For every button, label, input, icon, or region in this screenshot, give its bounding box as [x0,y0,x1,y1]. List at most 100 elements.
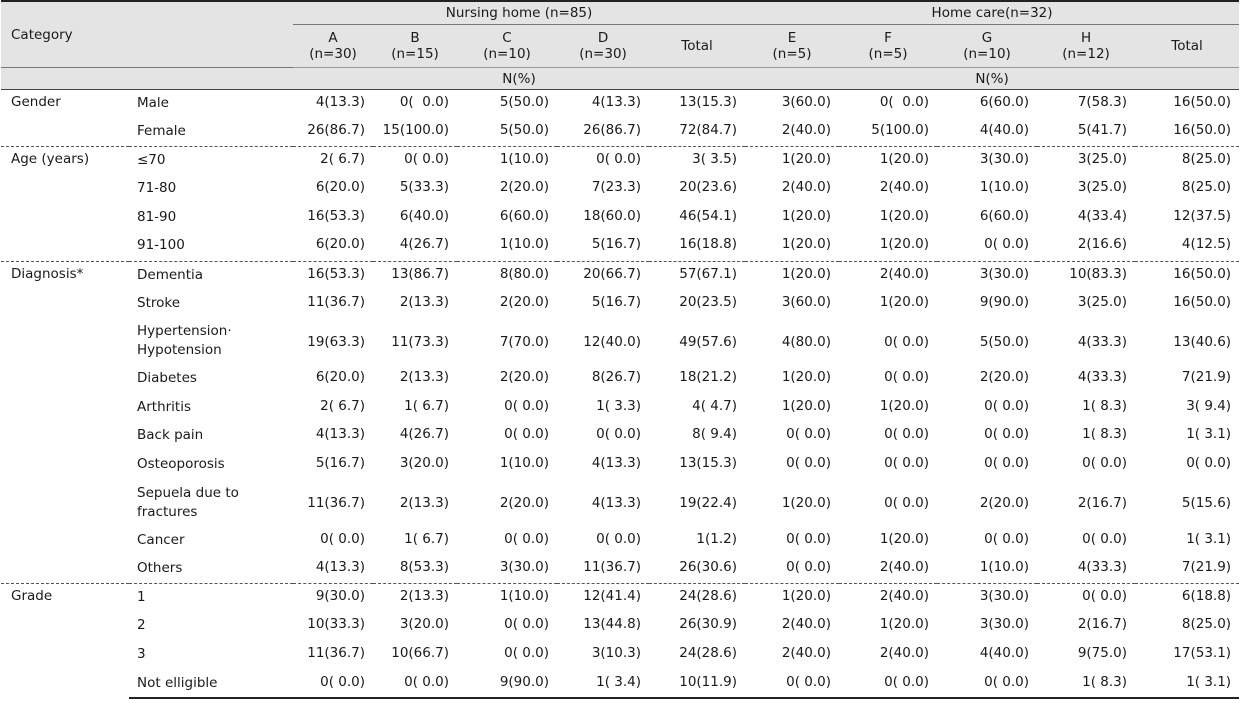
row-label-line: Others [137,560,183,577]
table-cell: 0( 0.0) [884,426,930,443]
table-cell: 2( 6.7) [293,146,374,176]
table-cell: 26(30.6) [679,559,738,576]
table-cell: 0( 0.0) [786,426,832,443]
table-cell: 20(23.6) [679,179,738,196]
table-cell: 1( 3.3) [596,397,642,414]
table-cell: 1(20.0) [839,146,938,176]
table-cell: 1( 3.4) [557,669,650,700]
table-cell: 2(20.0) [499,179,550,196]
table-cell: 0( 0.0) [557,146,650,176]
table-cell: 4(26.7) [399,426,450,443]
table-cell: 5(50.0) [499,122,550,139]
table-cell: 57(67.1) [649,260,746,290]
table-cell: 3(60.0) [781,293,832,310]
table-cell: 4(80.0) [781,333,832,350]
table-cell: 1(10.0) [457,146,558,176]
row-label-line: Male [137,95,169,111]
table-cell: 1(10.0) [457,583,558,613]
table-cell: 1(20.0) [745,583,840,613]
table-cell: 1(20.0) [879,530,930,547]
table-row: Osteoporosis 5(16.7) 3(20.0) 1(10.0) 4(13.3)… [1,451,1239,480]
table-cell: 6(20.0) [315,179,366,196]
table-cell: 8( 9.4) [692,426,738,443]
table-row: Sepuela due to fractures 11(36.7) 2(13.3) 2(… [1,480,1239,527]
row-label-line: Hypotension [137,342,222,359]
table-cell: 2(16.7) [1077,616,1128,633]
table-cell: 0( 0.0) [879,94,930,110]
table-cell: 0( 0.0) [937,669,1038,700]
table-cell: 13(15.3) [679,455,738,472]
table-row: 3 11(36.7) 10(66.7) 0( 0.0) 3(10.3) 24(28.6) 2… [1,641,1239,670]
table-cell: 11(73.3) [391,333,450,350]
table-row: Arthritis 2( 6.7) 1( 6.7) 0( 0.0) 1( 3.3) 4( … [1,394,1239,423]
table-cell: 5(16.7) [591,293,642,310]
table-cell: 0( 0.0) [984,455,1030,472]
row-label-line: 71-80 [137,180,177,197]
table-cell: 1(20.0) [781,369,832,386]
row-label-line: Osteoporosis [137,456,225,473]
row-label-line: Female [137,123,186,140]
table-cell: 1(20.0) [781,207,832,224]
nursing-home-group-header: Nursing home (n=85) [293,0,746,25]
table-cell: 4(12.5) [1181,236,1232,253]
table-cell: 3(60.0) [781,94,832,110]
table-cell: 2(13.3) [373,583,458,613]
table-cell: 26(30.9) [679,616,738,633]
table-cell: 4(33.3) [1077,333,1128,350]
table-cell: 3(20.0) [399,455,450,472]
table-cell: 5(16.7) [315,455,366,472]
table-cell: 3(25.0) [1037,146,1136,176]
row-label: Dementia [129,260,294,290]
table-cell: 1(20.0) [781,397,832,414]
col-header-c: C (n=10) [483,30,531,62]
table-cell: 11(36.7) [307,495,366,512]
table-cell: 6(20.0) [315,236,366,253]
table-cell: 4(13.3) [591,94,642,110]
table-row: Others 4(13.3) 8(53.3) 3(30.0) 11(36.7) 26(30… [1,555,1239,584]
table-cell: 2(40.0) [781,179,832,196]
row-label: 71-80 [129,175,293,204]
table-cell: 1(20.0) [879,236,930,253]
table-cell: 1( 8.3) [1082,397,1128,414]
table-cell: 1(10.0) [499,455,550,472]
table-cell: 0( 0.0) [1186,455,1232,472]
row-label: Stroke [129,290,293,319]
table-row: 91-100 6(20.0) 4(26.7) 1(10.0) 5(16.7) 16(18.… [1,232,1239,261]
row-label-line: Dementia [137,266,204,283]
table-cell: 10(66.7) [391,645,450,661]
table-cell: 2(16.7) [1077,495,1128,512]
table-cell: 3(30.0) [937,146,1038,176]
table-cell: 0( 0.0) [504,397,550,414]
table-cell: 4(13.3) [315,559,366,576]
table-cell: 0( 0.0) [884,495,930,512]
table-cell: 0( 0.0) [1082,455,1128,472]
table-cell: 10(83.3) [1037,260,1136,290]
row-label-line: Stroke [137,294,181,311]
col-header-g: G (n=10) [963,30,1011,62]
table-cell: 1(10.0) [979,559,1030,576]
table-cell: 4(40.0) [979,122,1030,139]
table-cell: 7(58.3) [1077,94,1128,110]
table-cell: 2(13.3) [399,495,450,512]
table-cell: 11(36.7) [307,645,366,661]
col-header-home-total: Total [1171,38,1203,54]
table-cell: 0( 0.0) [984,236,1030,253]
table-cell: 3(30.0) [499,559,550,576]
table-cell: 2(40.0) [879,645,930,661]
table-cell: 15(100.0) [382,122,450,139]
table-cell: 8(25.0) [1135,146,1240,176]
table-cell: 2(13.3) [399,293,450,310]
row-label-line: 3 [137,646,146,662]
table-cell: 2(40.0) [839,583,938,613]
table-cell: 13(15.3) [679,94,738,110]
table-cell: 16(50.0) [1173,293,1232,310]
table-row: 2 10(33.3) 3(20.0) 0( 0.0) 13(44.8) 26(30.9) 2… [1,612,1239,641]
table-cell: 1( 8.3) [1082,426,1128,443]
table-cell: 4(13.3) [591,455,642,472]
row-label: Not elligible [129,669,294,700]
table-cell: 1(20.0) [879,207,930,224]
table-cell: 9(30.0) [293,583,374,613]
table-cell: 0( 0.0) [320,530,366,547]
category-label: Age (years) [1,146,129,262]
row-label-line: 2 [137,617,146,634]
